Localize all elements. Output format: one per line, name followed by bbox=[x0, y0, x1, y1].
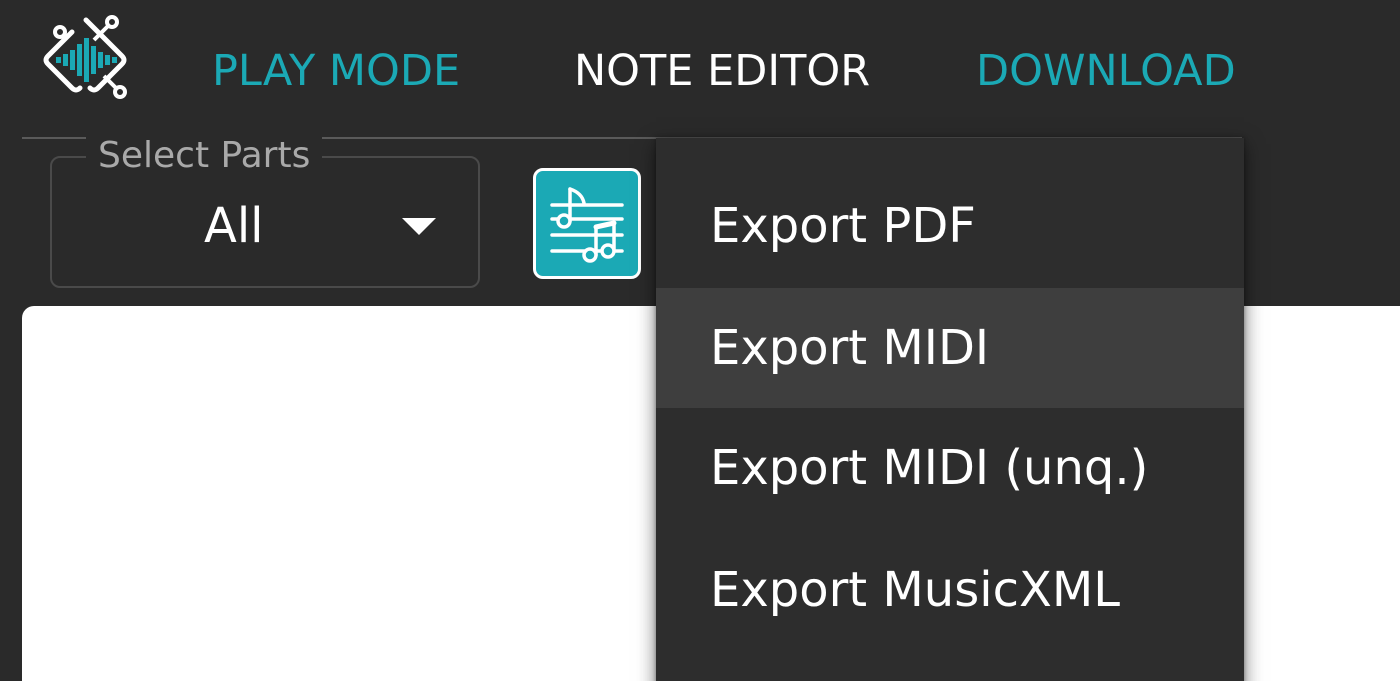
logo-svg bbox=[43, 15, 127, 99]
select-parts-label: Select Parts bbox=[86, 134, 323, 178]
menu-item-export-midi[interactable]: Export MIDI bbox=[656, 288, 1244, 408]
menu-item-export-midi-unq[interactable]: Export MIDI (unq.) bbox=[656, 408, 1244, 528]
menu-item-export-musicxml[interactable]: Export MusicXML bbox=[656, 530, 1244, 650]
tab-play-mode[interactable]: PLAY MODE bbox=[212, 38, 460, 104]
download-menu: Export PDF Export MIDI Export MIDI (unq.… bbox=[656, 138, 1244, 681]
music-notes-sliders-icon bbox=[550, 187, 624, 263]
score-settings-button[interactable] bbox=[533, 168, 641, 279]
tab-download[interactable]: DOWNLOAD bbox=[976, 38, 1236, 104]
caret-down-icon[interactable] bbox=[402, 218, 436, 235]
menu-item-export-pdf[interactable]: Export PDF bbox=[656, 166, 1244, 286]
tab-note-editor[interactable]: NOTE EDITOR bbox=[574, 38, 870, 104]
waveform-circuit-logo-icon[interactable] bbox=[36, 10, 136, 110]
app-window: PLAY MODE NOTE EDITOR DOWNLOAD Select Pa… bbox=[0, 0, 1400, 681]
select-parts-value[interactable]: All bbox=[204, 196, 264, 256]
